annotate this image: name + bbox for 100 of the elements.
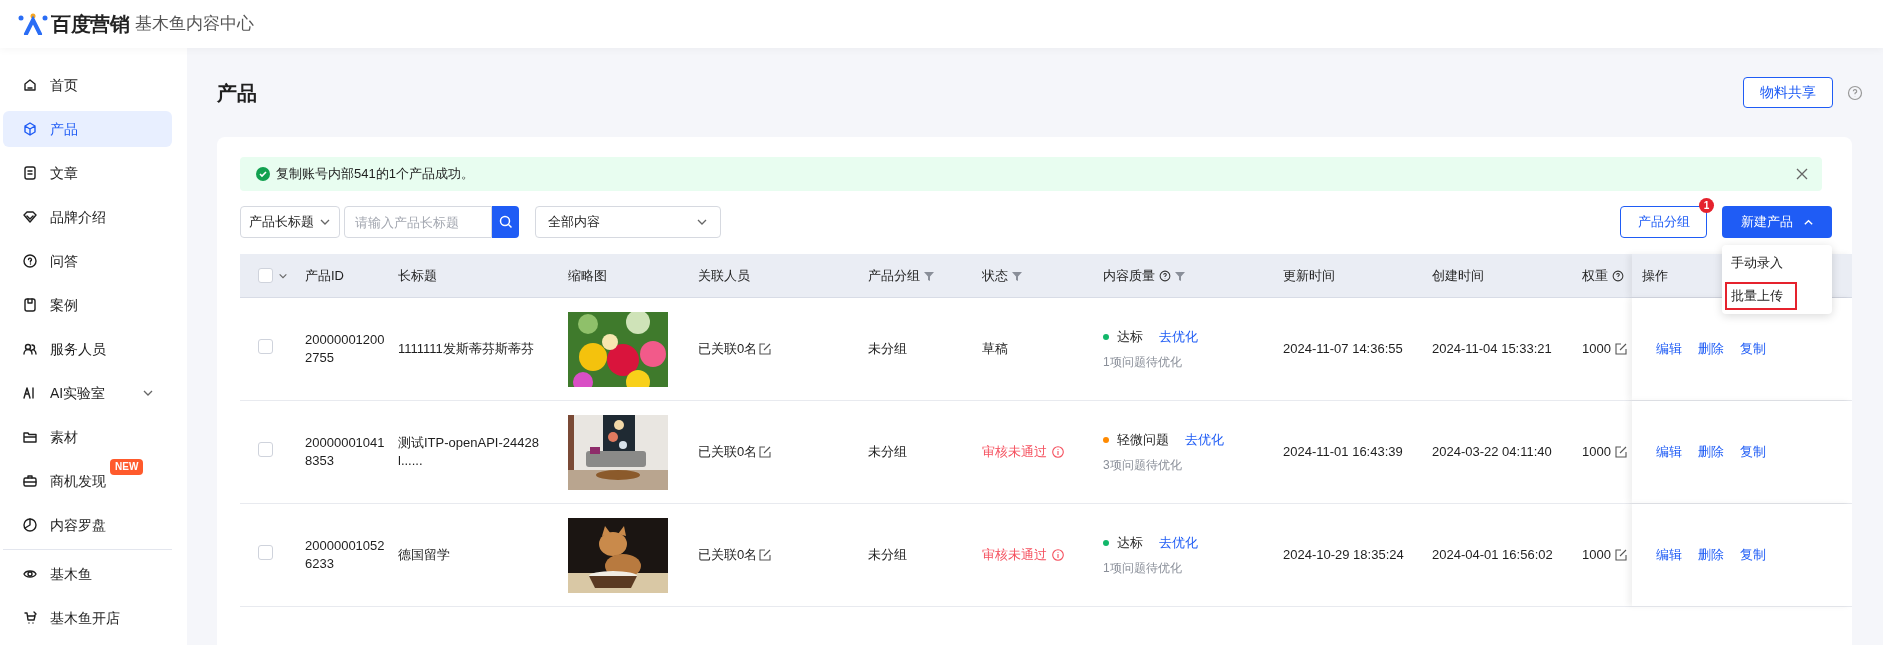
status-text: 草稿 bbox=[982, 340, 1008, 359]
sidebar-item[interactable]: 问答 bbox=[3, 243, 172, 279]
checkbox[interactable] bbox=[258, 268, 273, 283]
sidebar-item[interactable]: 基木鱼开店 bbox=[3, 600, 172, 636]
table-cell-text: 1111111发斯蒂芬斯蒂芬 bbox=[398, 340, 535, 358]
action-link[interactable]: 编辑 bbox=[1656, 339, 1682, 359]
sidebar-item[interactable]: 案例 bbox=[3, 287, 172, 323]
field-select[interactable]: 产品长标题 bbox=[240, 206, 340, 238]
table-cell: 2024-11-01 16:43:39 bbox=[1283, 444, 1403, 460]
info-icon[interactable] bbox=[1052, 549, 1064, 561]
table-cell-text: 德国留学 bbox=[398, 546, 451, 564]
checkbox[interactable] bbox=[258, 544, 273, 560]
new-product-button[interactable]: 新建产品 bbox=[1722, 206, 1832, 238]
sidebar-item[interactable]: 首页 bbox=[3, 67, 172, 103]
page-title: 产品 bbox=[217, 80, 257, 106]
table-cell-text: 已关联0名 bbox=[698, 546, 758, 565]
column-header: 产品分组 bbox=[868, 266, 920, 285]
quality-label: 达标 bbox=[1117, 534, 1143, 553]
table-cell-text: 1000 bbox=[1582, 340, 1611, 359]
briefcase-icon bbox=[22, 473, 38, 489]
table-cell-text: 已关联0名 bbox=[698, 340, 758, 359]
edit-icon[interactable] bbox=[1614, 446, 1627, 458]
checkbox[interactable] bbox=[258, 441, 273, 457]
info-icon[interactable] bbox=[1052, 446, 1064, 458]
sidebar-item[interactable]: 品牌介绍 bbox=[3, 199, 172, 235]
quality-label: 轻微问题 bbox=[1117, 431, 1169, 450]
action-link[interactable]: 编辑 bbox=[1656, 545, 1682, 565]
product-name: 基木鱼内容中心 bbox=[135, 13, 254, 36]
column-header: 更新时间 bbox=[1283, 266, 1335, 285]
product-id: 200000010418353 bbox=[305, 434, 385, 470]
check-circle-icon bbox=[256, 167, 270, 181]
book-icon bbox=[22, 297, 38, 313]
diamond-icon bbox=[22, 209, 38, 225]
menu-item[interactable]: 批量上传 bbox=[1725, 282, 1797, 310]
share-button[interactable]: 物料共享 bbox=[1743, 77, 1833, 108]
alert-message: 复制账号内部541的1个产品成功。 bbox=[276, 165, 474, 184]
column-header: 产品ID bbox=[305, 266, 344, 285]
column-header: 内容质量 bbox=[1103, 266, 1155, 285]
action-link[interactable]: 删除 bbox=[1698, 339, 1724, 359]
action-link[interactable]: 删除 bbox=[1698, 442, 1724, 462]
people-icon bbox=[22, 341, 38, 357]
close-icon[interactable] bbox=[1796, 168, 1808, 180]
edit-icon[interactable] bbox=[759, 446, 772, 458]
sidebar-item[interactable]: AI实验室 bbox=[3, 375, 172, 411]
sidebar-item[interactable]: 内容罗盘 bbox=[3, 507, 172, 543]
help-icon[interactable] bbox=[1159, 269, 1171, 282]
table-cell: 2024-04-01 16:56:02 bbox=[1432, 547, 1553, 563]
table-cell: 2024-10-29 18:35:24 bbox=[1283, 547, 1404, 563]
question-icon bbox=[22, 253, 38, 269]
action-link[interactable]: 复制 bbox=[1740, 545, 1766, 565]
optimize-link[interactable]: 去优化 bbox=[1185, 430, 1224, 450]
edit-icon[interactable] bbox=[759, 549, 772, 561]
quality-label: 达标 bbox=[1117, 328, 1143, 347]
sidebar-item[interactable]: 产品 bbox=[3, 111, 172, 147]
edit-icon[interactable] bbox=[1614, 549, 1627, 561]
column-header: 状态 bbox=[982, 266, 1008, 285]
home-icon bbox=[22, 77, 38, 93]
menu-item[interactable]: 手动录入 bbox=[1725, 249, 1797, 277]
table-cell: 未分组 bbox=[868, 444, 907, 460]
sidebar-item[interactable]: 素材 bbox=[3, 419, 172, 455]
sidebar-item[interactable]: 服务人员 bbox=[3, 331, 172, 367]
checkbox[interactable] bbox=[258, 338, 273, 354]
table-cell-text: 已关联0名 bbox=[698, 443, 758, 462]
notification-badge: 1 bbox=[1699, 198, 1714, 213]
optimize-link[interactable]: 去优化 bbox=[1159, 533, 1198, 553]
content-select[interactable]: 全部内容 bbox=[535, 206, 721, 238]
logo-icon bbox=[18, 13, 48, 35]
edit-icon[interactable] bbox=[1614, 343, 1627, 355]
status-text: 审核未通过 bbox=[982, 443, 1047, 462]
cube-icon bbox=[22, 121, 38, 137]
table-cell: 2024-11-07 14:36:55 bbox=[1283, 341, 1403, 357]
pie-icon bbox=[22, 517, 38, 533]
column-header: 操作 bbox=[1642, 266, 1668, 285]
new-badge: NEW bbox=[110, 458, 144, 475]
sidebar-item[interactable]: 文章 bbox=[3, 155, 172, 191]
filter-icon[interactable] bbox=[924, 270, 934, 281]
product-id: 200000010526233 bbox=[305, 537, 385, 573]
document-icon bbox=[22, 165, 38, 181]
action-link[interactable]: 编辑 bbox=[1656, 442, 1682, 462]
search-icon bbox=[498, 215, 513, 229]
help-icon[interactable] bbox=[1612, 269, 1624, 282]
search-field[interactable]: 请输入产品长标题 bbox=[344, 206, 492, 238]
table-cell: 2024-11-04 15:33:21 bbox=[1432, 341, 1552, 357]
search-button[interactable] bbox=[492, 206, 519, 238]
column-header: 创建时间 bbox=[1432, 266, 1484, 285]
action-link[interactable]: 复制 bbox=[1740, 339, 1766, 359]
filter-icon[interactable] bbox=[1012, 270, 1022, 281]
sidebar-item[interactable]: 基木鱼 bbox=[3, 556, 172, 592]
filter-icon[interactable] bbox=[1175, 270, 1185, 281]
table-cell: 2024-03-22 04:11:40 bbox=[1432, 444, 1552, 460]
column-header: 缩略图 bbox=[568, 266, 607, 285]
action-link[interactable]: 删除 bbox=[1698, 545, 1724, 565]
table-cell-text: 1000 bbox=[1582, 546, 1611, 565]
cart-icon bbox=[22, 610, 38, 626]
edit-icon[interactable] bbox=[759, 343, 772, 355]
column-header: 长标题 bbox=[398, 266, 437, 285]
optimize-link[interactable]: 去优化 bbox=[1159, 327, 1198, 347]
action-link[interactable]: 复制 bbox=[1740, 442, 1766, 462]
status-text: 审核未通过 bbox=[982, 546, 1047, 565]
column-header: 权重 bbox=[1582, 266, 1608, 285]
